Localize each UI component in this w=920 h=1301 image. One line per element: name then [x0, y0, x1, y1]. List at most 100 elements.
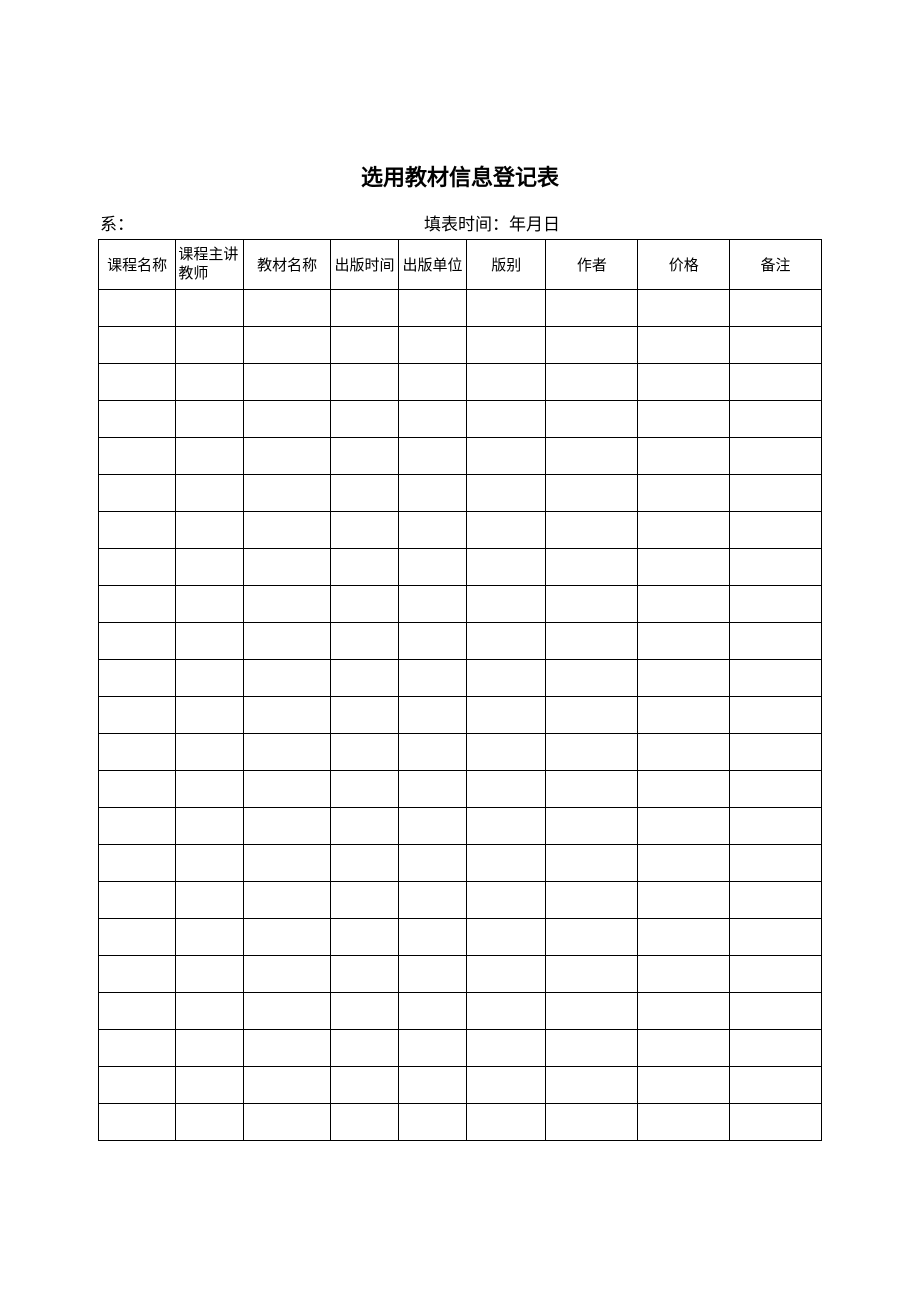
table-row — [99, 586, 822, 623]
table-cell — [176, 1104, 244, 1141]
table-cell — [730, 845, 822, 882]
table-cell — [244, 438, 331, 475]
table-cell — [244, 882, 331, 919]
table-cell — [638, 1067, 730, 1104]
table-cell — [730, 697, 822, 734]
table-cell — [638, 475, 730, 512]
table-cell — [546, 549, 638, 586]
table-cell — [176, 401, 244, 438]
table-cell — [244, 623, 331, 660]
table-cell — [331, 697, 399, 734]
table-cell — [399, 364, 467, 401]
table-cell — [466, 475, 546, 512]
table-cell — [331, 586, 399, 623]
table-cell — [99, 808, 176, 845]
table-cell — [730, 919, 822, 956]
table-row — [99, 771, 822, 808]
table-cell — [176, 845, 244, 882]
table-cell — [331, 1104, 399, 1141]
table-cell — [99, 919, 176, 956]
table-cell — [730, 993, 822, 1030]
table-cell — [730, 882, 822, 919]
table-cell — [244, 993, 331, 1030]
table-cell — [730, 1067, 822, 1104]
table-cell — [730, 549, 822, 586]
table-cell — [399, 586, 467, 623]
table-cell — [176, 623, 244, 660]
table-cell — [546, 364, 638, 401]
table-cell — [244, 549, 331, 586]
textbook-table: 课程名称 课程主讲教师 教材名称 出版时间 出版单位 版别 作者 价格 备注 — [98, 239, 822, 1141]
table-cell — [176, 993, 244, 1030]
table-cell — [399, 697, 467, 734]
table-cell — [730, 475, 822, 512]
table-cell — [546, 623, 638, 660]
table-cell — [466, 845, 546, 882]
table-cell — [99, 993, 176, 1030]
table-cell — [399, 438, 467, 475]
table-cell — [546, 327, 638, 364]
table-cell — [331, 845, 399, 882]
table-cell — [99, 1030, 176, 1067]
meta-row: 系： 填表时间：年月日 — [98, 210, 822, 235]
table-cell — [331, 623, 399, 660]
table-cell — [331, 1067, 399, 1104]
table-cell — [399, 623, 467, 660]
table-cell — [638, 438, 730, 475]
table-row — [99, 549, 822, 586]
table-cell — [176, 697, 244, 734]
table-cell — [244, 734, 331, 771]
table-cell — [638, 623, 730, 660]
table-cell — [730, 734, 822, 771]
table-cell — [99, 734, 176, 771]
fill-time-label: 填表时间：年月日 — [424, 210, 560, 235]
table-row — [99, 1030, 822, 1067]
table-row — [99, 808, 822, 845]
table-cell — [176, 364, 244, 401]
table-row — [99, 364, 822, 401]
table-cell — [176, 808, 244, 845]
table-cell — [244, 1030, 331, 1067]
col-pub-date: 出版时间 — [331, 240, 399, 290]
table-cell — [331, 808, 399, 845]
table-cell — [331, 771, 399, 808]
table-cell — [99, 697, 176, 734]
table-cell — [176, 438, 244, 475]
table-row — [99, 697, 822, 734]
table-row — [99, 512, 822, 549]
table-cell — [244, 327, 331, 364]
table-cell — [99, 660, 176, 697]
table-cell — [466, 549, 546, 586]
table-row — [99, 956, 822, 993]
table-row — [99, 882, 822, 919]
table-cell — [244, 771, 331, 808]
table-cell — [466, 327, 546, 364]
table-cell — [176, 1067, 244, 1104]
col-publisher: 出版单位 — [399, 240, 467, 290]
table-cell — [466, 1067, 546, 1104]
table-cell — [638, 1030, 730, 1067]
table-row — [99, 290, 822, 327]
table-cell — [546, 1030, 638, 1067]
table-cell — [466, 438, 546, 475]
table-cell — [331, 919, 399, 956]
table-cell — [730, 771, 822, 808]
table-cell — [730, 364, 822, 401]
table-cell — [99, 290, 176, 327]
table-cell — [176, 660, 244, 697]
table-cell — [99, 364, 176, 401]
table-cell — [331, 290, 399, 327]
table-cell — [331, 956, 399, 993]
table-cell — [466, 882, 546, 919]
table-cell — [546, 956, 638, 993]
table-cell — [244, 697, 331, 734]
table-cell — [176, 734, 244, 771]
table-body — [99, 290, 822, 1141]
table-row — [99, 401, 822, 438]
table-cell — [176, 549, 244, 586]
table-cell — [244, 919, 331, 956]
table-cell — [99, 1067, 176, 1104]
table-cell — [638, 956, 730, 993]
table-cell — [638, 845, 730, 882]
table-cell — [399, 1104, 467, 1141]
